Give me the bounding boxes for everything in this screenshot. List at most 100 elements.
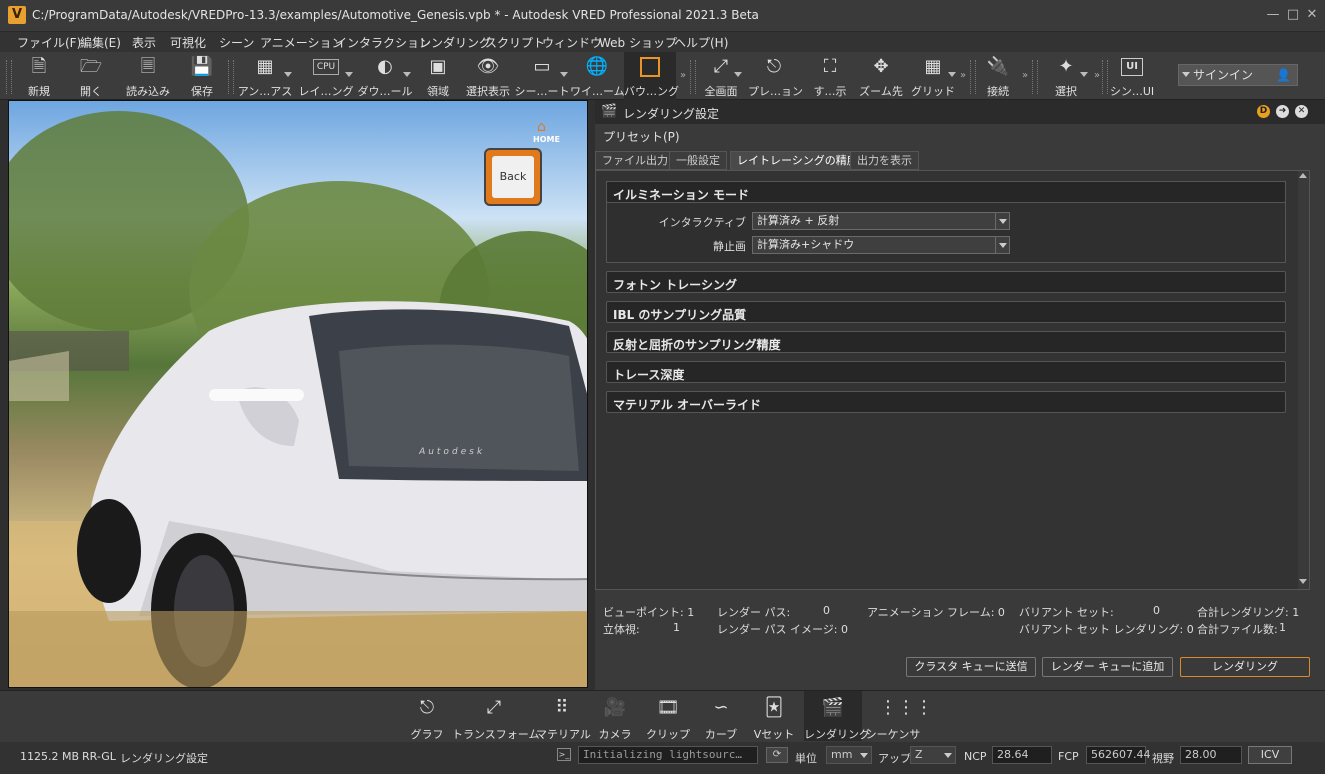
- tab-general-settings[interactable]: 一般設定: [669, 151, 727, 170]
- antialiasing-button[interactable]: ▦ アン…アス: [236, 52, 294, 100]
- menu-edit[interactable]: 編集(E): [80, 34, 121, 51]
- panel-close-icon[interactable]: ✕: [1295, 105, 1308, 118]
- region-button[interactable]: ▣ 領域: [416, 52, 460, 100]
- refresh-icon[interactable]: ⟳: [766, 747, 788, 763]
- fullscreen-button[interactable]: ⤢ 全画面: [698, 52, 744, 100]
- stat-total-rendering: 合計レンダリング: 1: [1197, 606, 1300, 619]
- stat-total-files-value: 1: [1279, 621, 1286, 634]
- dock-graph-button[interactable]: ⎋ グラフ: [404, 691, 450, 741]
- fov-input[interactable]: 28.00: [1180, 746, 1242, 764]
- render-button[interactable]: レンダリング: [1180, 657, 1310, 677]
- select-button[interactable]: ✦ 選択: [1042, 52, 1090, 100]
- settings-scroll-area[interactable]: イルミネーション モード インタラクティブ 計算済み + 反射 静止画 計算済み…: [595, 170, 1310, 590]
- interactive-mode-select[interactable]: 計算済み + 反射: [752, 212, 1010, 230]
- dock-sequencer-button[interactable]: ⋮⋮⋮ シーケンサ: [864, 691, 933, 741]
- ncp-input[interactable]: 28.64: [992, 746, 1052, 764]
- dock-toggle-icon[interactable]: D: [1257, 105, 1270, 118]
- wireframe-button[interactable]: 🌐 ワイ…ーム: [570, 52, 625, 100]
- toolbar-overflow-icon[interactable]: »: [1094, 70, 1100, 81]
- still-image-mode-select[interactable]: 計算済み+シャドウ: [752, 236, 1010, 254]
- simple-ui-button[interactable]: UI シン…UI: [1108, 52, 1156, 100]
- chevron-down-icon[interactable]: [948, 72, 956, 77]
- toolbar-overflow-icon[interactable]: »: [680, 70, 686, 81]
- save-button[interactable]: 💾 保存: [180, 52, 224, 100]
- render-viewport[interactable]: Back ⌂ HOME Autodesk: [8, 100, 588, 688]
- new-button[interactable]: 🗎 新規: [16, 52, 62, 100]
- scene-plate-button[interactable]: ▭ シー…ート: [514, 52, 570, 100]
- dock-rendering-button[interactable]: 🎬 レンダリング: [804, 691, 870, 741]
- undock-arrow-icon[interactable]: ➜: [1276, 105, 1289, 118]
- chevron-down-icon[interactable]: [403, 72, 411, 77]
- dock-clip-button[interactable]: 🎞 クリップ: [644, 691, 692, 741]
- section-reflection-refraction[interactable]: 反射と屈折のサンプリング精度: [606, 331, 1286, 353]
- section-ibl-sampling[interactable]: IBL のサンプリング品質: [606, 301, 1286, 323]
- stat-render-pass-value: 0: [823, 604, 830, 617]
- toolbar-overflow-icon[interactable]: »: [960, 70, 966, 81]
- scroll-down-icon[interactable]: [1299, 579, 1307, 584]
- menu-script[interactable]: スクリプト: [485, 34, 545, 51]
- tab-file-output[interactable]: ファイル出力: [595, 151, 675, 170]
- terminal-icon[interactable]: >_: [557, 748, 571, 761]
- menu-view[interactable]: 表示: [132, 34, 156, 51]
- menu-interaction[interactable]: インタラクション: [335, 34, 431, 51]
- section-illumination-mode[interactable]: イルミネーション モード: [606, 181, 1286, 203]
- raytracing-button[interactable]: CPU レイ…ング: [297, 52, 355, 100]
- section-photon-tracing[interactable]: フォトン トレーシング: [606, 271, 1286, 293]
- back-navigation-button[interactable]: Back: [484, 148, 542, 206]
- menu-visualize[interactable]: 可視化: [170, 34, 206, 51]
- dock-transform-button[interactable]: ⤢ トランスフォーム: [452, 691, 539, 741]
- bounding-box-button[interactable]: バウ…ング: [624, 52, 679, 100]
- section-material-override[interactable]: マテリアル オーバーライド: [606, 391, 1286, 413]
- fcp-input[interactable]: 562607.44: [1086, 746, 1151, 764]
- add-to-render-queue-button[interactable]: レンダー キューに追加: [1042, 657, 1173, 677]
- tab-show-output[interactable]: 出力を表示: [850, 151, 919, 170]
- menu-animation[interactable]: アニメーション: [260, 34, 344, 51]
- dock-camera-button[interactable]: 🎥 カメラ: [592, 691, 638, 741]
- scroll-up-icon[interactable]: [1299, 173, 1307, 178]
- simple-ui-icon: UI: [1121, 58, 1143, 76]
- menu-webshop[interactable]: Web ショップ: [599, 34, 677, 51]
- signin-dropdown[interactable]: サインイン 👤: [1178, 64, 1298, 86]
- minimize-icon[interactable]: —: [1264, 6, 1282, 24]
- preset-menu[interactable]: プリセット(P): [603, 128, 680, 145]
- tab-raytracing-quality[interactable]: レイトレーシングの精度: [730, 151, 865, 170]
- toolbar-overflow-icon[interactable]: »: [1022, 70, 1028, 81]
- fcp-label: FCP: [1058, 750, 1079, 763]
- chevron-down-icon[interactable]: [1080, 72, 1088, 77]
- maximize-icon[interactable]: □: [1284, 6, 1302, 24]
- vertical-scrollbar[interactable]: [1298, 171, 1309, 589]
- downscale-button[interactable]: ◐ ダウ…ール: [357, 52, 413, 100]
- chevron-down-icon[interactable]: [734, 72, 742, 77]
- presentation-button[interactable]: ⎋ プレ…ョン: [748, 52, 803, 100]
- chevron-down-icon[interactable]: [560, 72, 568, 77]
- toolbar-separator: [1032, 60, 1038, 94]
- home-icon[interactable]: ⌂: [537, 119, 546, 135]
- grid-button[interactable]: ▦ グリッド: [908, 52, 958, 100]
- dock-vset-button[interactable]: 🃏 Vセット: [750, 691, 798, 741]
- menu-window[interactable]: ウィンドウ: [542, 34, 602, 51]
- up-axis-select[interactable]: Z: [910, 746, 956, 764]
- import-button[interactable]: 🗏 読み込み: [120, 52, 176, 100]
- unit-select[interactable]: mm: [826, 746, 872, 764]
- menu-file[interactable]: ファイル(F): [17, 34, 81, 51]
- dock-curve-button[interactable]: ∽ カーブ: [698, 691, 744, 741]
- chevron-down-icon: [995, 237, 1009, 253]
- console-input[interactable]: Initializing lightsourc…: [578, 746, 758, 764]
- toolbar-grip[interactable]: [6, 60, 12, 94]
- menu-scene[interactable]: シーン: [219, 34, 254, 51]
- chevron-down-icon[interactable]: [345, 72, 353, 77]
- close-icon[interactable]: ✕: [1303, 6, 1321, 24]
- menu-rendering[interactable]: レンダリング: [419, 34, 491, 51]
- zoom-to-button[interactable]: ✥ ズーム先: [856, 52, 906, 100]
- open-button[interactable]: 🗁 開く: [68, 52, 114, 100]
- section-trace-depth[interactable]: トレース深度: [606, 361, 1286, 383]
- show-all-button[interactable]: ⛶ す…示: [808, 52, 852, 100]
- connect-button[interactable]: 🔌 接続: [978, 52, 1018, 100]
- chevron-down-icon[interactable]: [284, 72, 292, 77]
- send-to-cluster-queue-button[interactable]: クラスタ キューに送信: [906, 657, 1036, 677]
- icv-button[interactable]: ICV: [1248, 746, 1292, 764]
- menu-help[interactable]: ヘルプ(H): [674, 34, 728, 51]
- dock-material-button[interactable]: ⠿ マテリアル: [536, 691, 591, 741]
- selection-display-button[interactable]: 👁 選択表示: [462, 52, 514, 100]
- presentation-icon: ⎋: [766, 56, 782, 77]
